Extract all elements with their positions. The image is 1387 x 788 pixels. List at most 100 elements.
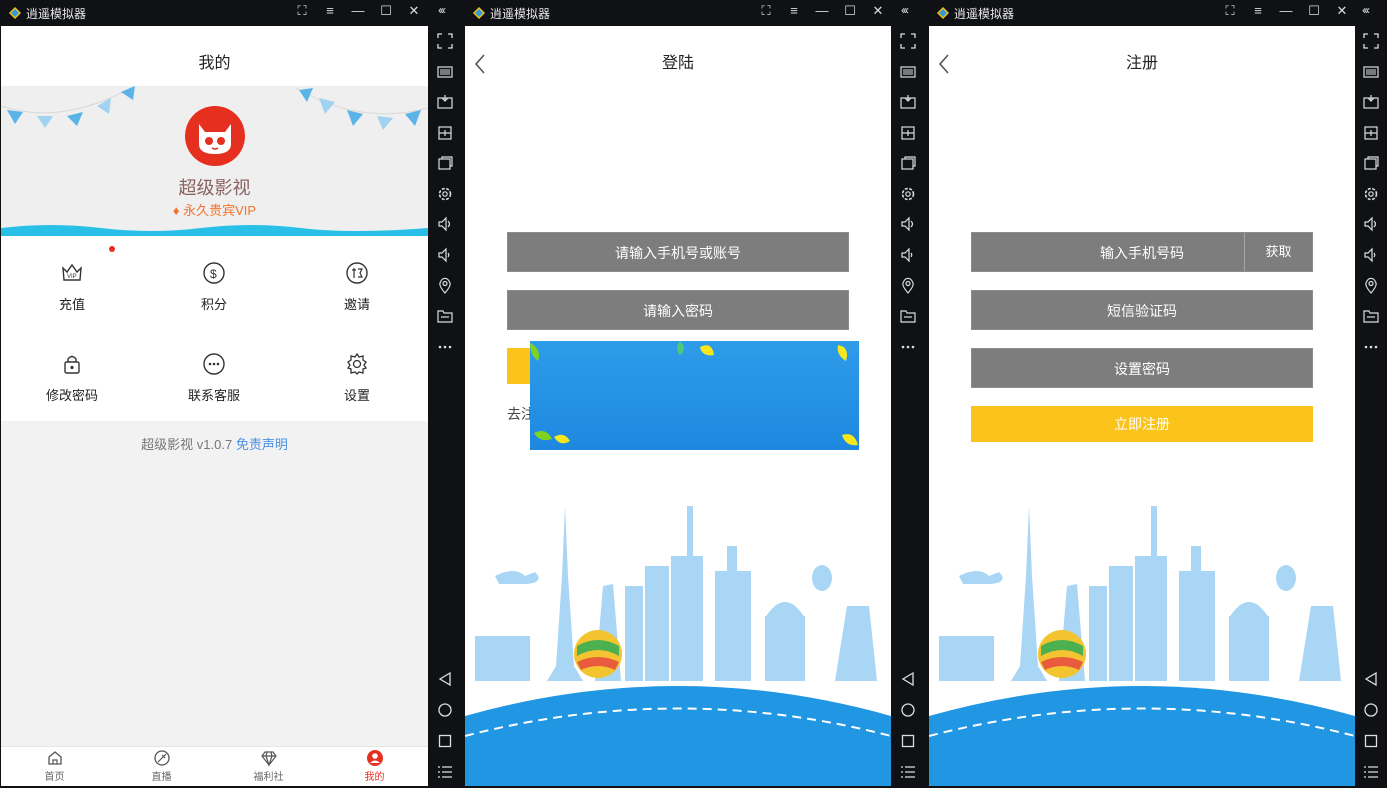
volume-up-icon[interactable] [436,215,454,233]
menu-icon[interactable]: ≡ [1244,3,1272,18]
home-nav-icon[interactable] [899,701,917,719]
expand-icon[interactable] [436,32,454,50]
sms-code-input[interactable]: 短信验证码 [971,290,1313,330]
disclaimer-link[interactable]: 免责声明 [236,437,288,452]
volume-down-icon[interactable] [1362,246,1380,264]
multi-window-icon[interactable] [1362,154,1380,172]
folder-icon[interactable] [436,307,454,325]
collapse-sidebar-button[interactable]: ‹‹‹ [438,3,446,17]
keyboard-icon[interactable] [436,63,454,81]
ad-overlay-banner[interactable] [530,341,859,450]
brand-name: 超级影视 [178,178,251,198]
apk-install-icon[interactable] [436,93,454,111]
grid-item-customer-service[interactable]: 联系客服 [143,351,285,404]
collapse-sidebar-button[interactable]: ‹‹‹ [901,3,909,17]
profile-screen: 我的 超级影视 ♦ 永久贵宾VIP VIP 充值 $ 积分 邀请 修改密码 联系… [1,26,428,786]
tab-label: 直播 [151,772,172,783]
menu-icon[interactable]: ≡ [316,3,344,18]
close-icon[interactable]: ✕ [1328,3,1356,19]
expand-icon[interactable] [899,32,917,50]
account-input[interactable]: 请输入手机号或账号 [507,232,849,272]
vip-badge: ♦ 永久贵宾VIP [1,200,428,219]
emulator-title: 逍遥模拟器 [26,7,87,21]
close-icon[interactable]: ✕ [400,3,428,19]
grid-item-invite[interactable]: 邀请 [286,260,428,313]
recents-nav-icon[interactable] [1362,732,1380,750]
back-nav-icon[interactable] [899,670,917,688]
leaf-decoration [530,341,858,446]
minimize-icon[interactable]: — [344,3,372,18]
settings-icon[interactable] [899,185,917,203]
set-password-input[interactable]: 设置密码 [971,348,1313,388]
back-nav-icon[interactable] [1362,670,1380,688]
share-icon[interactable] [1362,124,1380,142]
more-icon[interactable] [436,338,454,356]
keyboard-icon[interactable] [1362,63,1380,81]
recents-nav-icon[interactable] [899,732,917,750]
folder-icon[interactable] [899,307,917,325]
settings-icon[interactable] [1362,185,1380,203]
multi-window-icon[interactable] [436,154,454,172]
grid-item-points[interactable]: $ 积分 [143,260,285,313]
back-nav-icon[interactable] [436,670,454,688]
maximize-icon[interactable]: ☐ [836,3,864,19]
fullscreen-icon[interactable]: ⛶ [752,3,780,19]
svg-text:VIP: VIP [67,274,77,280]
tab-welfare[interactable]: 福利社 [215,749,322,783]
volume-down-icon[interactable] [436,246,454,264]
home-nav-icon[interactable] [436,701,454,719]
tab-live[interactable]: 直播 [108,749,215,783]
volume-up-icon[interactable] [899,215,917,233]
home-nav-icon[interactable] [1362,701,1380,719]
phone-input[interactable]: 输入手机号码 获取 [971,232,1313,272]
grid-item-settings[interactable]: 设置 [286,351,428,404]
invite-icon [346,262,368,284]
folder-icon[interactable] [1362,307,1380,325]
recents-nav-icon[interactable] [436,732,454,750]
grid-item-recharge[interactable]: VIP 充值 [1,260,143,313]
apk-install-icon[interactable] [1362,93,1380,111]
grid-label: 充值 [58,297,85,312]
close-icon[interactable]: ✕ [864,3,892,19]
fullscreen-icon[interactable]: ⛶ [288,3,316,19]
more-icon[interactable] [1362,338,1380,356]
get-code-button[interactable]: 获取 [1244,233,1312,271]
expand-icon[interactable] [1362,32,1380,50]
emulator-title: 逍遥模拟器 [954,7,1015,21]
notification-dot [109,246,115,252]
settings-icon[interactable] [436,185,454,203]
location-icon[interactable] [436,277,454,295]
list-icon[interactable] [1362,763,1380,781]
emulator-sidebar [1355,26,1387,788]
page-title: 登陆 [661,55,694,72]
collapse-sidebar-button[interactable]: ‹‹‹ [1362,3,1370,17]
more-icon[interactable] [899,338,917,356]
minimize-icon[interactable]: — [1272,3,1300,18]
list-icon[interactable] [899,763,917,781]
minimize-icon[interactable]: — [808,3,836,18]
list-icon[interactable] [436,763,454,781]
register-button[interactable]: 立即注册 [971,406,1313,442]
tab-home[interactable]: 首页 [1,749,108,783]
apk-install-icon[interactable] [899,93,917,111]
vip-label: 永久贵宾VIP [183,203,257,218]
fullscreen-icon[interactable]: ⛶ [1216,3,1244,19]
menu-icon[interactable]: ≡ [780,3,808,18]
tab-mine[interactable]: 我的 [321,749,428,783]
password-input[interactable]: 请输入密码 [507,290,849,330]
share-icon[interactable] [899,124,917,142]
share-icon[interactable] [436,124,454,142]
volume-down-icon[interactable] [899,246,917,264]
maximize-icon[interactable]: ☐ [372,3,400,19]
location-icon[interactable] [1362,277,1380,295]
volume-up-icon[interactable] [1362,215,1380,233]
grid-label: 设置 [343,388,370,403]
emulator-window-profile: 逍遥模拟器 ⛶ ≡ — ☐ ✕ ‹‹‹ 我的 超级影视 ♦ 永久贵宾VIP VI… [0,0,464,788]
diamond-icon [260,751,277,767]
grid-item-change-password[interactable]: 修改密码 [1,351,143,404]
location-icon[interactable] [899,277,917,295]
user-icon [366,750,383,766]
keyboard-icon[interactable] [899,63,917,81]
maximize-icon[interactable]: ☐ [1300,3,1328,19]
multi-window-icon[interactable] [899,154,917,172]
